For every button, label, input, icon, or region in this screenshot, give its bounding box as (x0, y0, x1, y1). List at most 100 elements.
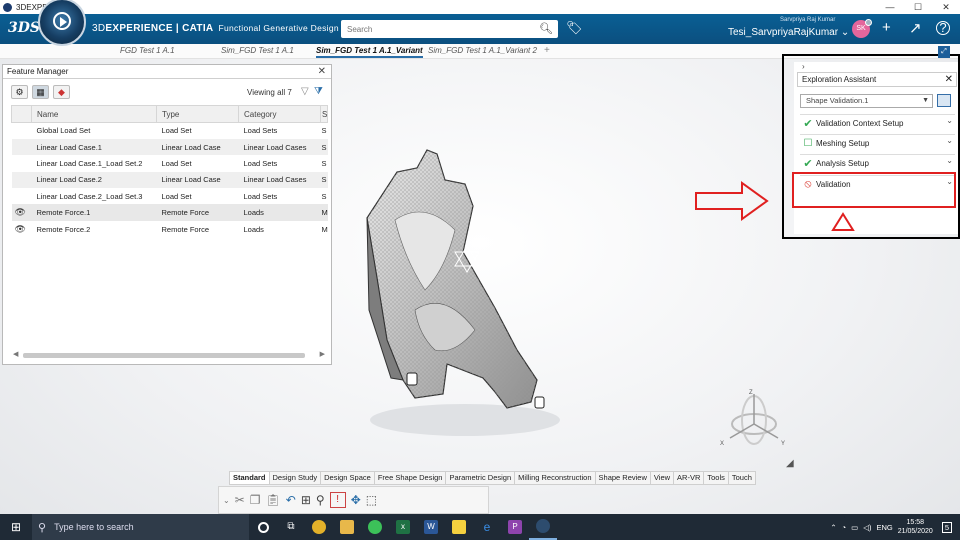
filter-active-icon[interactable]: ⧩ (314, 86, 323, 97)
taskbar-search[interactable]: ⚲ Type here to search (32, 514, 249, 540)
eye-icon[interactable] (12, 155, 32, 171)
paste-icon[interactable]: 📋︎ (266, 493, 281, 507)
chevron-down-icon[interactable]: ⌄ (223, 496, 230, 505)
new-tab-icon[interactable]: + (544, 45, 550, 56)
chevron-down-icon[interactable]: ⌄ (946, 136, 953, 145)
filter-icon[interactable]: ▽ (301, 86, 309, 97)
expand-panel-icon[interactable]: ⤢ (938, 46, 950, 58)
tab-sim-fgd-variant[interactable]: Sim_FGD Test 1 A.1_Variant (316, 46, 423, 58)
column-header-category[interactable]: Category (238, 105, 321, 123)
step-validation-context-setup[interactable]: ✔ Validation Context Setup ⌄ (800, 114, 955, 131)
table-view-icon[interactable] (937, 94, 951, 107)
share-icon[interactable]: ↗ (909, 19, 922, 37)
volume-icon[interactable]: ◁) (863, 523, 871, 532)
step-meshing-setup[interactable]: ☐ Meshing Setup ⌄ (800, 134, 955, 151)
table-row[interactable]: 👁 Remote Force.2 Remote Force Loads M (12, 221, 328, 237)
tab-view[interactable]: View (651, 472, 675, 484)
edge-icon[interactable]: e (473, 514, 501, 540)
study-select[interactable]: Shape Validation.1 ▼ (800, 94, 933, 108)
add-icon[interactable]: + (882, 19, 891, 36)
tab-touch[interactable]: Touch (729, 472, 755, 484)
view-grid-icon[interactable]: ▦ (32, 85, 49, 99)
tag-icon[interactable]: 🏷︎ (566, 20, 583, 36)
table-row[interactable]: Linear Load Case.2_Load Set.3 Load Set Loa… (12, 188, 328, 204)
search-input[interactable] (341, 20, 531, 38)
table-row[interactable]: Global Load Set Load Set Load Sets S (12, 123, 328, 139)
language-indicator[interactable]: ENG (877, 523, 893, 532)
axis-triad-icon[interactable]: Z X Y (718, 386, 798, 452)
collapse-chevron-icon[interactable]: › (802, 62, 805, 71)
whatsapp-icon[interactable] (361, 514, 389, 540)
battery-icon[interactable]: ▭ (851, 523, 858, 532)
minimize-button[interactable]: — (876, 0, 904, 14)
move-icon[interactable]: ✥ (351, 493, 361, 507)
scrollbar-thumb[interactable] (23, 353, 305, 358)
user-menu[interactable]: Tesi_SarvpriyaRajKumar ⌄ (728, 27, 849, 38)
tab-design-study[interactable]: Design Study (270, 472, 322, 484)
table-row[interactable]: Linear Load Case.2 Linear Load Case Linear… (11, 171, 328, 189)
cortana-icon[interactable] (249, 514, 277, 540)
horizontal-scrollbar[interactable]: ◀ ▶ (11, 351, 327, 359)
tray-chevron-icon[interactable]: ⌃ (830, 523, 836, 532)
view-tree-icon[interactable]: ⚙ (11, 85, 28, 99)
measure-icon[interactable]: ⚲ (316, 493, 325, 507)
table-row[interactable]: Linear Load Case.1_Load Set.2 Load Set Loa… (12, 155, 328, 171)
table-row[interactable]: Linear Load Case.1 Linear Load Case Linear… (11, 138, 328, 156)
eye-icon[interactable] (11, 138, 32, 156)
maximize-button[interactable]: ☐ (904, 0, 932, 14)
column-header-s[interactable]: S (320, 105, 328, 123)
network-icon[interactable]: ◔ (842, 523, 847, 532)
tab-free-shape-design[interactable]: Free Shape Design (375, 472, 447, 484)
search-box[interactable]: 🔍︎ (341, 20, 558, 38)
eye-icon[interactable]: 👁 (12, 221, 32, 237)
eye-icon[interactable] (12, 188, 32, 204)
insert-part-icon[interactable]: ⊞ (301, 493, 311, 507)
column-header-name[interactable]: Name (31, 105, 157, 123)
tab-tools[interactable]: Tools (704, 472, 729, 484)
table-row[interactable]: 👁 Remote Force.1 Remote Force Loads M (11, 204, 328, 221)
tab-design-space[interactable]: Design Space (321, 472, 375, 484)
compass-icon[interactable] (38, 0, 86, 46)
column-header-eye[interactable] (11, 105, 32, 123)
word-icon[interactable]: W (417, 514, 445, 540)
3dexperience-taskbar-icon[interactable] (529, 514, 557, 540)
excel-icon[interactable]: x (389, 514, 417, 540)
warning-icon[interactable]: ! (329, 492, 346, 508)
tab-milling-reconstruction[interactable]: Milling Reconstruction (515, 472, 596, 484)
task-view-icon[interactable]: ⧉ (277, 514, 305, 540)
tab-sim-fgd[interactable]: Sim_FGD Test 1 A.1 (221, 46, 294, 55)
eye-icon[interactable]: 👁 (11, 204, 32, 221)
undo-icon[interactable]: ↶ (286, 493, 296, 507)
scroll-left-icon[interactable]: ◀ (13, 350, 18, 358)
column-header-type[interactable]: Type (156, 105, 239, 123)
rotate-view-icon[interactable]: ◢ (786, 458, 794, 469)
chevron-down-icon[interactable]: ⌄ (946, 156, 953, 165)
tab-shape-review[interactable]: Shape Review (596, 472, 651, 484)
model-viewport[interactable] (355, 140, 585, 440)
chrome-icon[interactable] (305, 514, 333, 540)
file-explorer-icon[interactable] (333, 514, 361, 540)
search-icon[interactable]: 🔍︎ (539, 22, 553, 35)
tab-parametric-design[interactable]: Parametric Design (446, 472, 516, 484)
cut-icon[interactable]: ✂ (235, 493, 245, 507)
scroll-right-icon[interactable]: ▶ (320, 350, 325, 358)
clock[interactable]: 15:58 21/05/2020 (898, 518, 933, 536)
eye-icon[interactable] (11, 171, 32, 189)
windows-start-icon[interactable]: ⊞ (0, 520, 32, 534)
view-color-icon[interactable]: ◆ (53, 85, 70, 99)
chevron-down-icon[interactable]: ⌄ (946, 116, 953, 125)
copy-icon[interactable]: ❐ (250, 493, 261, 507)
play-icon[interactable] (53, 12, 71, 30)
sticky-notes-icon[interactable] (445, 514, 473, 540)
ppt-icon[interactable]: P (501, 514, 529, 540)
select-box-icon[interactable]: ⬚ (366, 493, 377, 507)
tab-standard[interactable]: Standard (230, 472, 270, 484)
close-icon[interactable]: ✕ (945, 73, 953, 86)
close-window-button[interactable]: ✕ (932, 0, 960, 14)
help-icon[interactable]: ? (936, 21, 950, 35)
tab-ar-vr[interactable]: AR-VR (674, 472, 705, 484)
ds-logo-icon[interactable]: 3DS (8, 20, 40, 36)
step-analysis-setup[interactable]: ✔ Analysis Setup ⌄ (800, 154, 955, 171)
tab-sim-fgd-variant-2[interactable]: Sim_FGD Test 1 A.1_Variant 2 (428, 46, 537, 55)
tab-fgd-test[interactable]: FGD Test 1 A.1 (120, 46, 175, 55)
